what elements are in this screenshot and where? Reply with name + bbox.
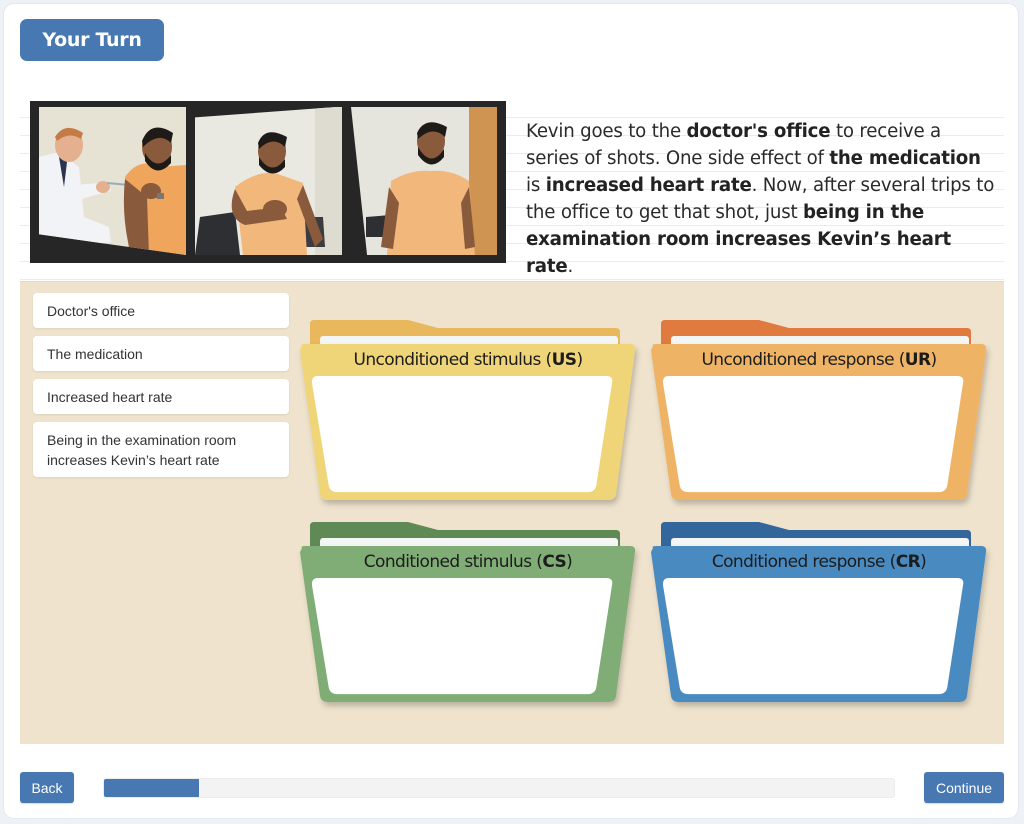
drag-item-doctors-office[interactable]: Doctor's office xyxy=(33,293,289,328)
folder-drop-zone[interactable] xyxy=(311,376,613,494)
folder-conditioned-response[interactable]: Conditioned response (CR) xyxy=(649,520,989,710)
scenario-key-term: doctor's office xyxy=(686,121,831,143)
drag-item-the-medication[interactable]: The medication xyxy=(33,336,289,371)
scenario-section: Kevin goes to the doctor's office to rec… xyxy=(20,95,1004,280)
folder-label: Unconditioned stimulus (US) xyxy=(353,350,584,370)
folder-drop-zone[interactable] xyxy=(311,578,613,696)
continue-button[interactable]: Continue xyxy=(924,772,1004,803)
folder-unconditioned-response[interactable]: Unconditioned response (UR) xyxy=(649,318,989,508)
progress-bar-fill xyxy=(104,779,199,797)
folder-unconditioned-stimulus[interactable]: Unconditioned stimulus (US) xyxy=(298,318,638,508)
folder-conditioned-stimulus[interactable]: Conditioned stimulus (CS) xyxy=(298,520,638,710)
folder-drop-zone[interactable] xyxy=(662,376,964,494)
folder-label: Unconditioned response (UR) xyxy=(701,350,937,370)
scenario-text-segment: . xyxy=(567,256,574,278)
folder-label: Conditioned response (CR) xyxy=(711,552,927,572)
back-button[interactable]: Back xyxy=(20,772,74,803)
your-turn-badge: Your Turn xyxy=(20,19,164,61)
progress-bar xyxy=(103,778,895,798)
scenario-photo-strip xyxy=(30,101,506,263)
folder-drop-zone[interactable] xyxy=(662,578,964,696)
sorting-activity: Doctor's office The medication Increased… xyxy=(20,281,1004,744)
folder-label: Conditioned stimulus (CS) xyxy=(363,552,573,572)
scenario-text: Kevin goes to the doctor's office to rec… xyxy=(526,118,996,280)
photo-standing-in-room xyxy=(351,107,497,255)
scenario-key-term: the medication xyxy=(829,148,981,170)
scenario-text-segment: Kevin goes to the xyxy=(526,121,687,143)
photo-doctor-giving-shot xyxy=(39,107,186,255)
drag-item-examination-room[interactable]: Being in the examination room increases … xyxy=(33,422,289,477)
scenario-key-term: increased heart rate xyxy=(545,175,752,197)
photo-hand-on-chest xyxy=(195,107,342,255)
drag-item-increased-heart-rate[interactable]: Increased heart rate xyxy=(33,379,289,414)
scenario-text-segment: is xyxy=(526,175,546,197)
